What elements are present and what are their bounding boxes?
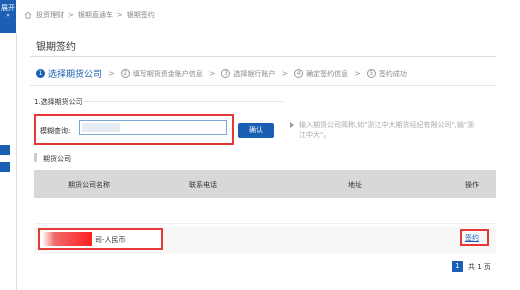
search-section-title: 1.选择期货公司 bbox=[34, 98, 83, 106]
company-highlight-box: 司-人民币 bbox=[38, 228, 163, 250]
chevron-right-icon: > bbox=[281, 69, 289, 78]
sidebar-handle[interactable] bbox=[0, 162, 10, 172]
expand-sidebar-label: 展开 bbox=[1, 4, 15, 12]
breadcrumb: 投资理财 > 银期直通车 > 银期签约 bbox=[24, 10, 155, 20]
step-number: 5 bbox=[366, 69, 376, 78]
chevron-right-icon: > bbox=[354, 69, 361, 78]
step-4: 4 确定签约信息 bbox=[294, 69, 348, 79]
breadcrumb-separator: > bbox=[68, 11, 74, 19]
column-header-address: 地址 bbox=[348, 181, 362, 189]
step-label: 确定签约信息 bbox=[306, 69, 349, 78]
sign-link[interactable]: 签约 bbox=[465, 233, 479, 243]
page-title: 银期签约 bbox=[36, 42, 76, 53]
breadcrumb-separator: > bbox=[116, 11, 123, 19]
breadcrumb-item-signing: 银期签约 bbox=[126, 11, 155, 19]
redacted-company-name bbox=[42, 232, 92, 246]
page-total: 共 1 页 bbox=[468, 262, 491, 271]
step-number: 3 bbox=[221, 69, 231, 78]
breadcrumb-item-invest[interactable]: 投资理财 bbox=[36, 10, 64, 20]
breadcrumb-item-bank-futures[interactable]: 银期直通车 bbox=[78, 10, 113, 20]
search-hint: 输入期货公司简称,如"浙江中大期货经纪有限公司",输"浙江中大"。 bbox=[299, 121, 475, 139]
search-input[interactable] bbox=[79, 120, 227, 135]
step-3: 3 选择银行账户 bbox=[221, 69, 275, 79]
step-label: 选择期货公司 bbox=[48, 70, 103, 80]
steps-divider bbox=[30, 85, 496, 86]
step-indicator: 1 选择期货公司 > 2 填写期货资金账户信息 > 3 选择银行账户 > 4 确… bbox=[36, 67, 407, 80]
section-marker bbox=[34, 153, 37, 162]
page-number-current[interactable]: 1 bbox=[452, 261, 463, 272]
table-section-title: 期货公司 bbox=[43, 155, 71, 163]
search-label: 模糊查询: bbox=[40, 127, 71, 135]
section-divider bbox=[74, 101, 284, 102]
pagination: 1 共 1 页 bbox=[452, 261, 491, 272]
step-5: 5 签约成功 bbox=[366, 69, 407, 79]
column-header-phone: 联系电话 bbox=[189, 181, 217, 189]
title-divider bbox=[30, 56, 496, 57]
step-number: 1 bbox=[36, 69, 45, 78]
table-header: 期货公司名称 联系电话 地址 操作 bbox=[34, 170, 496, 198]
double-chevron-icon: » bbox=[6, 12, 10, 19]
expand-sidebar-tab[interactable]: 展开 » bbox=[0, 0, 16, 33]
hint-arrow-icon bbox=[290, 122, 294, 128]
column-header-company: 期货公司名称 bbox=[68, 181, 110, 189]
step-2: 2 填写期货资金账户信息 bbox=[120, 69, 203, 79]
step-label: 选择银行账户 bbox=[233, 69, 276, 78]
step-number: 2 bbox=[120, 69, 130, 78]
step-label: 填写期货资金账户信息 bbox=[132, 69, 203, 78]
sidebar-handle[interactable] bbox=[0, 145, 10, 155]
cell-company-name: 司-人民币 bbox=[95, 236, 126, 244]
chevron-right-icon: > bbox=[108, 69, 115, 78]
sidebar-divider bbox=[16, 33, 17, 290]
home-icon[interactable] bbox=[24, 11, 32, 19]
step-number: 4 bbox=[294, 69, 304, 78]
table-row bbox=[34, 198, 496, 224]
step-label: 签约成功 bbox=[378, 69, 407, 78]
chevron-right-icon: > bbox=[208, 69, 216, 78]
confirm-button[interactable]: 确认 bbox=[238, 123, 274, 138]
redacted-input-value bbox=[82, 123, 120, 132]
step-1: 1 选择期货公司 bbox=[36, 67, 102, 80]
sign-highlight-box: 签约 bbox=[460, 229, 489, 246]
column-header-action: 操作 bbox=[465, 181, 479, 189]
